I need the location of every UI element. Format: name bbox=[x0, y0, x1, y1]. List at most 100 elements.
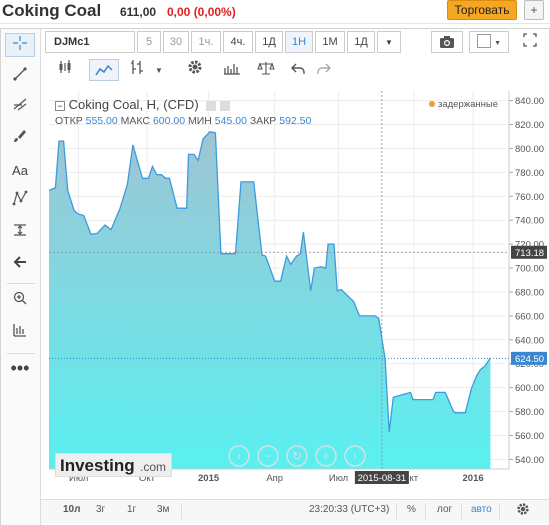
left-toolbar: Aa ••• bbox=[1, 29, 41, 525]
interval-1h[interactable]: 1ч. bbox=[191, 31, 221, 53]
dropdown-icon[interactable]: ▼ bbox=[151, 59, 167, 83]
trade-button[interactable]: Торговать bbox=[447, 0, 517, 20]
interval-30m[interactable]: 30 bbox=[163, 31, 189, 53]
quote-header: Coking Coal 611,00 0,00 (0,00%) Торговат… bbox=[0, 0, 550, 24]
y-tick-label: 580.00 bbox=[515, 407, 544, 418]
status-dot-icon bbox=[429, 101, 435, 107]
add-portfolio-icon: + bbox=[530, 3, 538, 17]
zoom-icon[interactable] bbox=[5, 289, 35, 313]
chart-widget: Aa ••• DJMc1 5 30 1ч. 4ч. 1Д 1Н 1М 1Д ▼ bbox=[0, 28, 550, 526]
price-chart[interactable]: 540.00560.00580.00600.00620.00640.00660.… bbox=[49, 91, 549, 491]
chart-instrument-label: − Coking Coal, H, (CFD) bbox=[55, 97, 230, 112]
ohlc-values: ОТКР 555.00 МАКС 600.00 МИН 545.00 ЗАКР … bbox=[55, 115, 311, 127]
crosshair-icon[interactable] bbox=[5, 33, 35, 57]
interval-1w[interactable]: 1Н bbox=[285, 31, 313, 53]
chevron-down-icon: ▼ bbox=[494, 40, 501, 47]
undo-icon[interactable] bbox=[287, 59, 309, 83]
y-tick-label: 760.00 bbox=[515, 192, 544, 203]
close-small-icon[interactable] bbox=[219, 100, 230, 111]
color-picker-button[interactable]: ▼ bbox=[469, 31, 509, 53]
close-value: 592.50 bbox=[279, 115, 312, 127]
last-price: 611,00 bbox=[120, 5, 157, 19]
low-value: 545.00 bbox=[214, 115, 247, 127]
brush-icon[interactable] bbox=[5, 127, 35, 151]
y-tick-label: 560.00 bbox=[515, 431, 544, 442]
candles-icon[interactable] bbox=[125, 59, 149, 83]
log-toggle[interactable]: лог bbox=[437, 504, 452, 515]
y-tick-label: 740.00 bbox=[515, 216, 544, 227]
logo-word: Investing bbox=[60, 456, 135, 475]
bars-icon[interactable] bbox=[53, 59, 77, 83]
interval-5m[interactable]: 5 bbox=[137, 31, 161, 53]
fullscreen-icon[interactable] bbox=[519, 31, 541, 55]
scroll-right-icon-glyph: › bbox=[353, 449, 357, 463]
y-tick-label: 780.00 bbox=[515, 168, 544, 179]
more-icon[interactable]: ••• bbox=[5, 359, 35, 383]
high-label: МАКС bbox=[120, 115, 151, 127]
arrow-icon[interactable] bbox=[5, 253, 35, 277]
top-toolbar: DJMc1 5 30 1ч. 4ч. 1Д 1Н 1М 1Д ▼ ▼ bbox=[45, 31, 550, 55]
y-tick-label: 600.00 bbox=[515, 383, 544, 394]
x-tick-label: 2015 bbox=[198, 473, 220, 484]
chart-name: Coking Coal, H, (CFD) bbox=[68, 97, 199, 112]
close-label: ЗАКР bbox=[249, 115, 277, 127]
y-tick-label: 680.00 bbox=[515, 287, 544, 298]
range-10y[interactable]: 10л bbox=[63, 504, 80, 515]
open-label: ОТКР bbox=[55, 115, 83, 127]
interval-4h[interactable]: 4ч. bbox=[223, 31, 253, 53]
open-value: 555.00 bbox=[85, 115, 118, 127]
line-tool-icon[interactable] bbox=[5, 65, 35, 89]
y-tick-label: 640.00 bbox=[515, 335, 544, 346]
delayed-badge: задержанные bbox=[429, 99, 498, 110]
gear-icon[interactable] bbox=[183, 59, 207, 83]
chart-style-toolbar: ▼ bbox=[45, 59, 550, 85]
interval-1m[interactable]: 1М bbox=[315, 31, 345, 53]
auto-toggle[interactable]: авто bbox=[471, 504, 492, 515]
measure-tool-icon[interactable] bbox=[5, 221, 35, 245]
compare-icon[interactable] bbox=[253, 59, 279, 83]
x-tick-label: Июл bbox=[329, 473, 348, 484]
add-to-portfolio-button[interactable]: + bbox=[524, 0, 544, 20]
low-label: МИН bbox=[187, 115, 212, 127]
last-price-label: 624.50 bbox=[515, 354, 544, 365]
zoom-in-icon-glyph: + bbox=[322, 449, 329, 463]
interval-1d[interactable]: 1Д bbox=[255, 31, 283, 53]
redo-icon[interactable] bbox=[313, 59, 335, 83]
range-1y[interactable]: 1г bbox=[127, 504, 136, 515]
x-tick-label: кт bbox=[409, 473, 418, 484]
crosshair-date-label: 2015-08-31 bbox=[358, 473, 407, 484]
fib-tool-icon[interactable] bbox=[5, 95, 35, 119]
interval-dropdown[interactable]: ▼ bbox=[377, 31, 401, 53]
interval-custom[interactable]: 1Д bbox=[347, 31, 375, 53]
indicators-icon[interactable] bbox=[219, 59, 245, 83]
x-tick-label: Апр bbox=[266, 473, 283, 484]
investing-logo: Investing .com bbox=[55, 453, 172, 477]
settings-small-icon[interactable] bbox=[206, 100, 217, 111]
range-3y[interactable]: 3г bbox=[96, 504, 105, 515]
logo-suffix: .com bbox=[140, 460, 167, 474]
clock-time: 23:20:33 (UTC+3) bbox=[309, 504, 390, 515]
percent-toggle[interactable]: % bbox=[407, 504, 416, 515]
symbol-input[interactable]: DJMc1 bbox=[45, 31, 135, 53]
range-3m[interactable]: 3м bbox=[157, 504, 169, 515]
crosshair-price-label: 713.18 bbox=[515, 248, 544, 259]
x-tick-label: 2016 bbox=[463, 473, 484, 484]
gear-icon[interactable] bbox=[516, 502, 530, 519]
collapse-icon[interactable]: − bbox=[55, 100, 65, 111]
text-tool-icon[interactable]: Aa bbox=[5, 159, 35, 183]
reset-icon-glyph: ↻ bbox=[292, 449, 302, 463]
y-tick-label: 820.00 bbox=[515, 120, 544, 131]
indicator-tool-icon[interactable] bbox=[5, 321, 35, 345]
area-chart-icon[interactable] bbox=[89, 59, 119, 81]
instrument-title: Coking Coal bbox=[2, 1, 102, 20]
y-tick-label: 840.00 bbox=[515, 96, 544, 107]
price-change: 0,00 (0,00%) bbox=[167, 5, 236, 19]
y-tick-label: 540.00 bbox=[515, 455, 544, 466]
pattern-tool-icon[interactable] bbox=[5, 189, 35, 213]
camera-icon bbox=[440, 36, 454, 48]
y-tick-label: 660.00 bbox=[515, 311, 544, 322]
scroll-left-icon-glyph: ‹ bbox=[237, 449, 241, 463]
price-area bbox=[49, 131, 491, 469]
screenshot-button[interactable] bbox=[431, 31, 463, 53]
high-value: 600.00 bbox=[152, 115, 186, 127]
